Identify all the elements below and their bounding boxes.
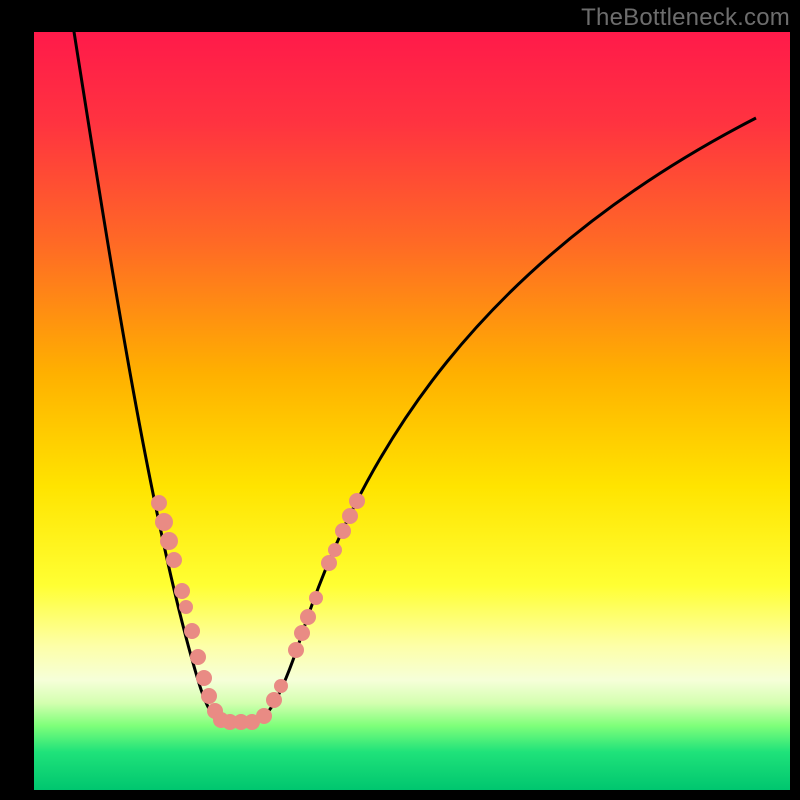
data-marker — [328, 543, 342, 557]
curve-layer — [34, 32, 790, 790]
data-marker — [294, 625, 310, 641]
data-marker — [274, 679, 288, 693]
data-marker — [335, 523, 351, 539]
data-marker — [288, 642, 304, 658]
data-marker — [190, 649, 206, 665]
attribution-label: TheBottleneck.com — [581, 4, 790, 32]
data-marker — [196, 670, 212, 686]
data-marker — [266, 692, 282, 708]
data-marker — [309, 591, 323, 605]
data-marker — [184, 623, 200, 639]
data-marker — [349, 493, 365, 509]
data-marker — [179, 600, 193, 614]
data-marker — [300, 609, 316, 625]
data-markers — [151, 493, 365, 730]
data-marker — [166, 552, 182, 568]
data-marker — [174, 583, 190, 599]
data-marker — [321, 555, 337, 571]
data-marker — [256, 708, 272, 724]
data-marker — [160, 532, 178, 550]
data-marker — [342, 508, 358, 524]
data-marker — [151, 495, 167, 511]
chart-frame: TheBottleneck.com — [0, 0, 800, 800]
data-marker — [201, 688, 217, 704]
data-marker — [155, 513, 173, 531]
plot-area — [34, 32, 790, 790]
bottleneck-curve — [69, 32, 756, 722]
